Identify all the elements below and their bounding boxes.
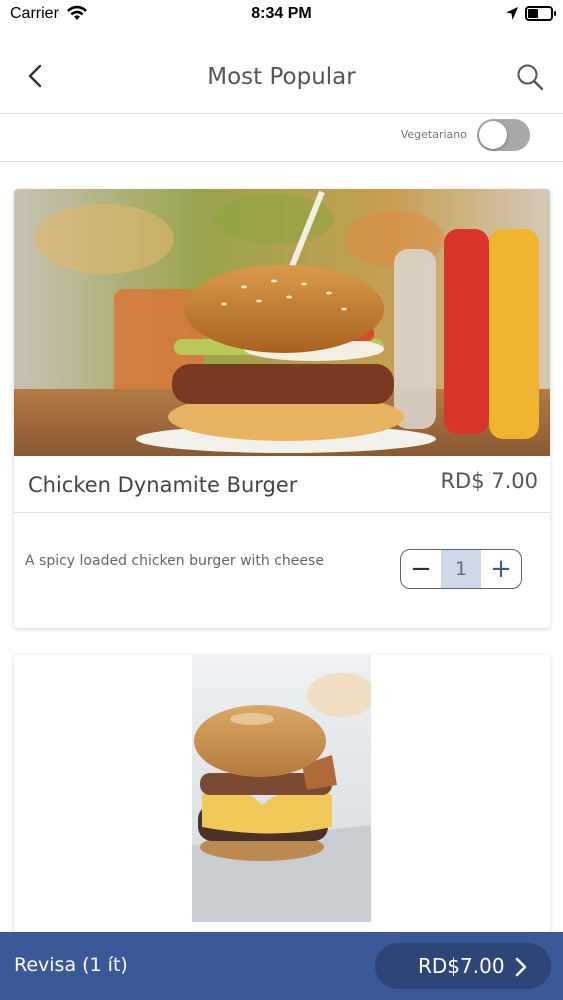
- page-title: Most Popular: [207, 64, 356, 90]
- review-cart-label: Revisa (1 ít): [14, 954, 128, 976]
- item-price: RD$ 7.00: [440, 469, 538, 493]
- menu-item-card[interactable]: [14, 655, 550, 955]
- chevron-right-icon: [515, 957, 527, 977]
- quantity-stepper[interactable]: − 1 +: [400, 549, 522, 589]
- status-time: 8:34 PM: [251, 5, 312, 22]
- item-name: Chicken Dynamite Burger: [28, 473, 298, 497]
- toggle-knob: [479, 121, 507, 149]
- cart-total: RD$7.00: [418, 954, 505, 978]
- vegetarian-toggle[interactable]: [477, 119, 530, 151]
- location-arrow-icon: [505, 6, 519, 25]
- item-description: A spicy loaded chicken burger with chees…: [25, 553, 324, 569]
- cart-summary-bar: Revisa (1 ít) RD$7.00: [0, 932, 563, 1000]
- quantity-value: 1: [441, 550, 481, 588]
- battery-level: [528, 9, 538, 18]
- increase-quantity-button[interactable]: +: [481, 550, 521, 588]
- item-photo: [192, 655, 371, 922]
- search-icon: [517, 64, 544, 91]
- item-photo: [14, 189, 550, 456]
- checkout-button[interactable]: RD$7.00: [375, 943, 551, 989]
- filter-row: Vegetariano: [0, 114, 563, 162]
- menu-item-card[interactable]: Chicken Dynamite Burger RD$ 7.00 A spicy…: [14, 189, 550, 628]
- navigation-bar: Most Popular: [0, 40, 563, 114]
- item-description-row: A spicy loaded chicken burger with chees…: [14, 513, 550, 628]
- decrease-quantity-button[interactable]: −: [401, 550, 441, 588]
- search-button[interactable]: [515, 62, 545, 92]
- battery-icon: [525, 6, 556, 21]
- item-title-row: Chicken Dynamite Burger RD$ 7.00: [14, 456, 550, 513]
- vegetarian-label: Vegetariano: [400, 128, 467, 141]
- status-bar: Carrier 8:34 PM: [0, 0, 563, 30]
